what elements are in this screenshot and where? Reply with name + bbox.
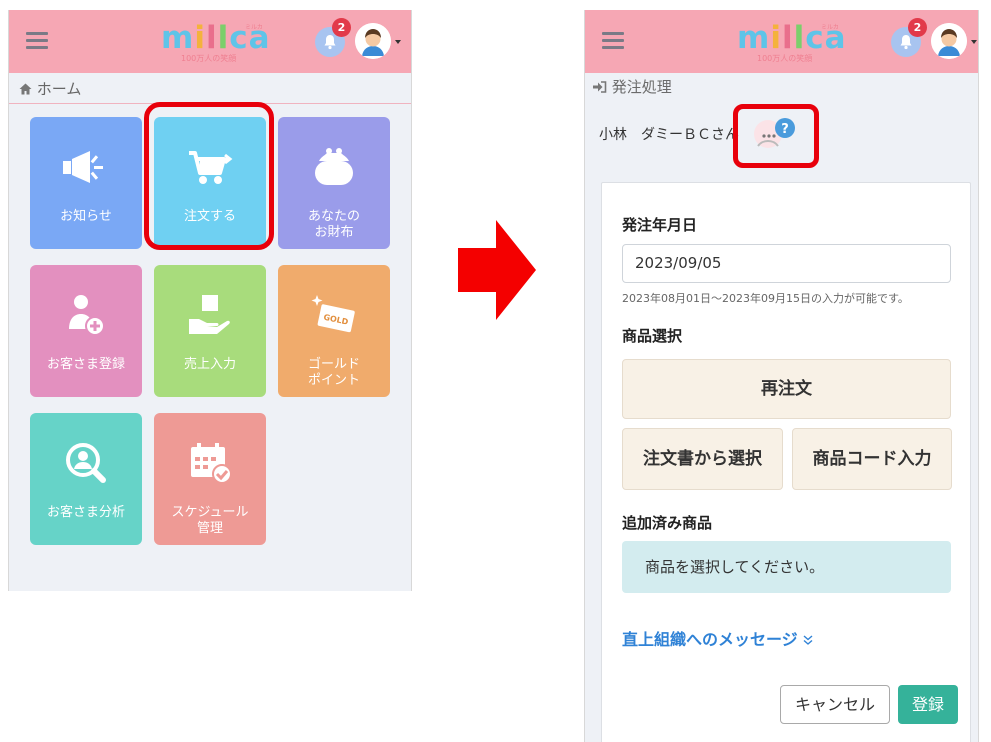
home-screen: millca 100万人の笑顔 ミルカ 2 ホーム お知らせ 注文する あなたの…: [8, 10, 412, 591]
order-date-label: 発注年月日: [622, 216, 698, 234]
order-tile-highlight: [144, 102, 274, 250]
calendar-check-icon: [154, 441, 266, 485]
home-icon: [19, 80, 37, 98]
purse-icon: [278, 145, 390, 189]
product-select-label: 商品選択: [622, 327, 683, 345]
logo-ruby: ミルカ: [821, 24, 839, 31]
user-avatar[interactable]: [355, 23, 391, 59]
notification-bell-icon[interactable]: 2: [891, 18, 927, 57]
app-header: millca 100万人の笑顔 ミルカ 2: [585, 10, 978, 73]
tile-label: 売上入力: [183, 357, 236, 372]
notification-bell-icon[interactable]: 2: [315, 18, 351, 57]
app-header: millca 100万人の笑顔 ミルカ 2: [9, 10, 411, 73]
notification-badge: 2: [332, 18, 351, 37]
avatar-dropdown-icon[interactable]: [971, 40, 977, 44]
tile-gold-points[interactable]: GOLD ゴールド ポイント: [278, 265, 390, 397]
search-person-icon: [30, 441, 142, 485]
message-to-parent-org-link[interactable]: 直上組織へのメッセージ: [622, 626, 813, 650]
logo-subtitle: 100万人の笑顔: [757, 54, 813, 63]
tutorial-figure: millca 100万人の笑顔 ミルカ 2 ホーム お知らせ 注文する あなたの…: [0, 0, 991, 742]
order-form-card: 発注年月日 2023/09/05 2023年08月01日～2023年09月15日…: [601, 182, 971, 742]
avatar-dropdown-icon[interactable]: [395, 40, 401, 44]
tile-label: ゴールド ポイント: [307, 357, 360, 388]
notification-badge: 2: [908, 18, 927, 37]
sign-in-icon: [593, 78, 607, 96]
added-products-label: 追加済み商品: [622, 514, 713, 532]
user-name: 小林 ダミーＢＣさん: [599, 127, 739, 143]
tile-customer-analysis[interactable]: お客さま分析: [30, 413, 142, 545]
breadcrumb-label: ホーム: [36, 80, 82, 98]
tile-customer-registration[interactable]: お客さま登録: [30, 265, 142, 397]
add-person-icon: [30, 293, 142, 337]
hamburger-menu-icon[interactable]: [26, 30, 48, 50]
tile-label: スケジュール 管理: [171, 505, 249, 536]
cancel-button[interactable]: キャンセル: [780, 685, 890, 724]
gold-card-icon: GOLD: [278, 293, 390, 337]
megaphone-icon: [30, 145, 142, 189]
tile-sales-input[interactable]: 売上入力: [154, 265, 266, 397]
breadcrumb: ホーム: [19, 78, 81, 99]
help-icon-highlight: [733, 104, 819, 168]
user-avatar[interactable]: [931, 23, 967, 59]
hand-box-icon: [154, 293, 266, 337]
logo-subtitle: 100万人の笑顔: [181, 54, 237, 63]
chevron-double-down-icon: [803, 630, 813, 649]
tile-label: お客さま登録: [46, 357, 125, 372]
page-title-label: 発注処理: [611, 78, 672, 96]
submit-button[interactable]: 登録: [898, 685, 958, 724]
order-date-input[interactable]: 2023/09/05: [622, 244, 951, 283]
arrow-right-icon: [458, 220, 536, 320]
logo-ruby: ミルカ: [245, 24, 263, 31]
select-from-order-sheet-button[interactable]: 注文書から選択: [622, 428, 783, 490]
tile-label: あなたの お財布: [307, 209, 360, 240]
date-range-hint: 2023年08月01日～2023年09月15日の入力が可能です。: [622, 292, 909, 305]
hamburger-menu-icon[interactable]: [602, 30, 624, 50]
reorder-button[interactable]: 再注文: [622, 359, 951, 419]
empty-products-message: 商品を選択してください。: [622, 541, 951, 593]
tile-label: お客さま分析: [46, 505, 125, 520]
millca-logo[interactable]: millca 100万人の笑顔 ミルカ: [161, 20, 271, 66]
page-title: 発注処理: [593, 76, 672, 97]
millca-logo[interactable]: millca 100万人の笑顔 ミルカ: [737, 20, 847, 66]
tile-schedule[interactable]: スケジュール 管理: [154, 413, 266, 545]
message-link-label: 直上組織へのメッセージ: [622, 630, 798, 649]
tile-notices[interactable]: お知らせ: [30, 117, 142, 249]
tile-label: お知らせ: [60, 209, 112, 224]
product-code-input-button[interactable]: 商品コード入力: [792, 428, 952, 490]
tile-wallet[interactable]: あなたの お財布: [278, 117, 390, 249]
